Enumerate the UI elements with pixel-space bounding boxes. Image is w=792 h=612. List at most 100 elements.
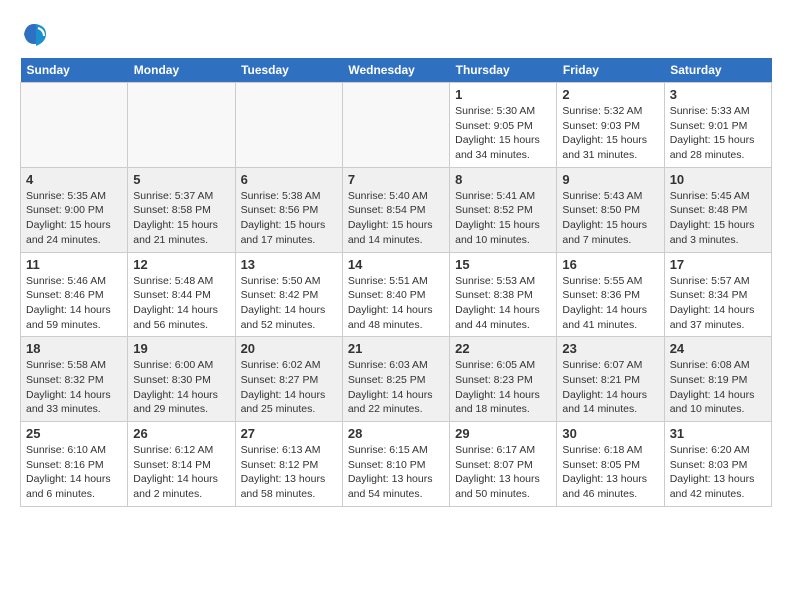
weekday-header-sunday: Sunday [21, 58, 128, 83]
day-info: Sunrise: 5:32 AM Sunset: 9:03 PM Dayligh… [562, 104, 658, 163]
calendar-cell: 13 Sunrise: 5:50 AM Sunset: 8:42 PM Dayli… [235, 252, 342, 337]
calendar-cell: 20Sunrise: 6:02 AM Sunset: 8:27 PM Dayli… [235, 337, 342, 422]
header [20, 20, 772, 48]
day-info: Sunrise: 5:35 AM Sunset: 9:00 PM Dayligh… [26, 189, 122, 248]
calendar-cell: 3 Sunrise: 5:33 AM Sunset: 9:01 PM Daylig… [664, 83, 771, 168]
day-number: 27 [241, 426, 337, 441]
day-info: Sunrise: 5:57 AM Sunset: 8:34 PM Dayligh… [670, 274, 766, 333]
calendar-cell: 25Sunrise: 6:10 AM Sunset: 8:16 PM Dayli… [21, 422, 128, 507]
day-number: 29 [455, 426, 551, 441]
day-number: 8 [455, 172, 551, 187]
day-number: 18 [26, 341, 122, 356]
weekday-header-thursday: Thursday [450, 58, 557, 83]
day-info: Sunrise: 6:18 AM Sunset: 8:05 PM Dayligh… [562, 443, 658, 502]
day-info: Sunrise: 6:20 AM Sunset: 8:03 PM Dayligh… [670, 443, 766, 502]
calendar-cell: 11 Sunrise: 5:46 AM Sunset: 8:46 PM Dayli… [21, 252, 128, 337]
day-number: 15 [455, 257, 551, 272]
weekday-header-wednesday: Wednesday [342, 58, 449, 83]
calendar-cell [21, 83, 128, 168]
day-number: 12 [133, 257, 229, 272]
weekday-header-saturday: Saturday [664, 58, 771, 83]
day-number: 2 [562, 87, 658, 102]
day-info: Sunrise: 5:33 AM Sunset: 9:01 PM Dayligh… [670, 104, 766, 163]
calendar-cell: 16 Sunrise: 5:55 AM Sunset: 8:36 PM Dayli… [557, 252, 664, 337]
day-number: 13 [241, 257, 337, 272]
day-number: 11 [26, 257, 122, 272]
calendar-week-row: 1 Sunrise: 5:30 AM Sunset: 9:05 PM Daylig… [21, 83, 772, 168]
day-info: Sunrise: 5:45 AM Sunset: 8:48 PM Dayligh… [670, 189, 766, 248]
day-info: Sunrise: 6:07 AM Sunset: 8:21 PM Dayligh… [562, 358, 658, 417]
day-info: Sunrise: 6:05 AM Sunset: 8:23 PM Dayligh… [455, 358, 551, 417]
calendar-cell: 14 Sunrise: 5:51 AM Sunset: 8:40 PM Dayli… [342, 252, 449, 337]
weekday-header-friday: Friday [557, 58, 664, 83]
calendar-cell: 21 Sunrise: 6:03 AM Sunset: 8:25 PM Dayli… [342, 337, 449, 422]
weekday-header-row: SundayMondayTuesdayWednesdayThursdayFrid… [21, 58, 772, 83]
day-number: 17 [670, 257, 766, 272]
day-number: 23 [562, 341, 658, 356]
day-info: Sunrise: 5:53 AM Sunset: 8:38 PM Dayligh… [455, 274, 551, 333]
calendar-cell: 18Sunrise: 5:58 AM Sunset: 8:32 PM Dayli… [21, 337, 128, 422]
day-info: Sunrise: 6:17 AM Sunset: 8:07 PM Dayligh… [455, 443, 551, 502]
day-number: 5 [133, 172, 229, 187]
calendar-cell: 22 Sunrise: 6:05 AM Sunset: 8:23 PM Dayli… [450, 337, 557, 422]
calendar-cell: 15 Sunrise: 5:53 AM Sunset: 8:38 PM Dayli… [450, 252, 557, 337]
logo-area [20, 20, 50, 48]
day-number: 21 [348, 341, 444, 356]
calendar-week-row: 25Sunrise: 6:10 AM Sunset: 8:16 PM Dayli… [21, 422, 772, 507]
calendar-cell: 2 Sunrise: 5:32 AM Sunset: 9:03 PM Daylig… [557, 83, 664, 168]
calendar-cell: 7 Sunrise: 5:40 AM Sunset: 8:54 PM Daylig… [342, 167, 449, 252]
day-number: 26 [133, 426, 229, 441]
day-info: Sunrise: 5:46 AM Sunset: 8:46 PM Dayligh… [26, 274, 122, 333]
day-number: 22 [455, 341, 551, 356]
calendar-cell [342, 83, 449, 168]
day-info: Sunrise: 5:37 AM Sunset: 8:58 PM Dayligh… [133, 189, 229, 248]
day-info: Sunrise: 5:43 AM Sunset: 8:50 PM Dayligh… [562, 189, 658, 248]
calendar-cell: 8 Sunrise: 5:41 AM Sunset: 8:52 PM Daylig… [450, 167, 557, 252]
day-info: Sunrise: 5:48 AM Sunset: 8:44 PM Dayligh… [133, 274, 229, 333]
calendar-cell: 23 Sunrise: 6:07 AM Sunset: 8:21 PM Dayli… [557, 337, 664, 422]
calendar-cell: 1 Sunrise: 5:30 AM Sunset: 9:05 PM Daylig… [450, 83, 557, 168]
day-info: Sunrise: 5:38 AM Sunset: 8:56 PM Dayligh… [241, 189, 337, 248]
calendar-cell: 26 Sunrise: 6:12 AM Sunset: 8:14 PM Dayli… [128, 422, 235, 507]
day-number: 3 [670, 87, 766, 102]
day-info: Sunrise: 6:15 AM Sunset: 8:10 PM Dayligh… [348, 443, 444, 502]
calendar-week-row: 18Sunrise: 5:58 AM Sunset: 8:32 PM Dayli… [21, 337, 772, 422]
day-info: Sunrise: 5:41 AM Sunset: 8:52 PM Dayligh… [455, 189, 551, 248]
day-number: 28 [348, 426, 444, 441]
calendar-cell: 5 Sunrise: 5:37 AM Sunset: 8:58 PM Daylig… [128, 167, 235, 252]
day-info: Sunrise: 5:30 AM Sunset: 9:05 PM Dayligh… [455, 104, 551, 163]
day-info: Sunrise: 5:50 AM Sunset: 8:42 PM Dayligh… [241, 274, 337, 333]
calendar-cell: 4 Sunrise: 5:35 AM Sunset: 9:00 PM Daylig… [21, 167, 128, 252]
day-number: 7 [348, 172, 444, 187]
day-info: Sunrise: 6:12 AM Sunset: 8:14 PM Dayligh… [133, 443, 229, 502]
day-number: 4 [26, 172, 122, 187]
day-number: 1 [455, 87, 551, 102]
day-number: 30 [562, 426, 658, 441]
calendar-cell: 31Sunrise: 6:20 AM Sunset: 8:03 PM Dayli… [664, 422, 771, 507]
calendar-cell [128, 83, 235, 168]
calendar-cell [235, 83, 342, 168]
weekday-header-tuesday: Tuesday [235, 58, 342, 83]
day-number: 16 [562, 257, 658, 272]
calendar-cell: 24Sunrise: 6:08 AM Sunset: 8:19 PM Dayli… [664, 337, 771, 422]
day-info: Sunrise: 6:03 AM Sunset: 8:25 PM Dayligh… [348, 358, 444, 417]
calendar-table: SundayMondayTuesdayWednesdayThursdayFrid… [20, 58, 772, 507]
calendar-cell: 6 Sunrise: 5:38 AM Sunset: 8:56 PM Daylig… [235, 167, 342, 252]
day-number: 14 [348, 257, 444, 272]
day-info: Sunrise: 5:51 AM Sunset: 8:40 PM Dayligh… [348, 274, 444, 333]
calendar-cell: 28 Sunrise: 6:15 AM Sunset: 8:10 PM Dayli… [342, 422, 449, 507]
calendar-cell: 17 Sunrise: 5:57 AM Sunset: 8:34 PM Dayli… [664, 252, 771, 337]
day-number: 6 [241, 172, 337, 187]
page: SundayMondayTuesdayWednesdayThursdayFrid… [0, 0, 792, 517]
day-info: Sunrise: 5:40 AM Sunset: 8:54 PM Dayligh… [348, 189, 444, 248]
day-number: 9 [562, 172, 658, 187]
calendar-cell: 9 Sunrise: 5:43 AM Sunset: 8:50 PM Daylig… [557, 167, 664, 252]
calendar-cell: 19 Sunrise: 6:00 AM Sunset: 8:30 PM Dayli… [128, 337, 235, 422]
day-info: Sunrise: 6:00 AM Sunset: 8:30 PM Dayligh… [133, 358, 229, 417]
day-number: 10 [670, 172, 766, 187]
day-info: Sunrise: 6:13 AM Sunset: 8:12 PM Dayligh… [241, 443, 337, 502]
day-info: Sunrise: 5:55 AM Sunset: 8:36 PM Dayligh… [562, 274, 658, 333]
weekday-header-monday: Monday [128, 58, 235, 83]
calendar-cell: 12 Sunrise: 5:48 AM Sunset: 8:44 PM Dayli… [128, 252, 235, 337]
day-number: 19 [133, 341, 229, 356]
